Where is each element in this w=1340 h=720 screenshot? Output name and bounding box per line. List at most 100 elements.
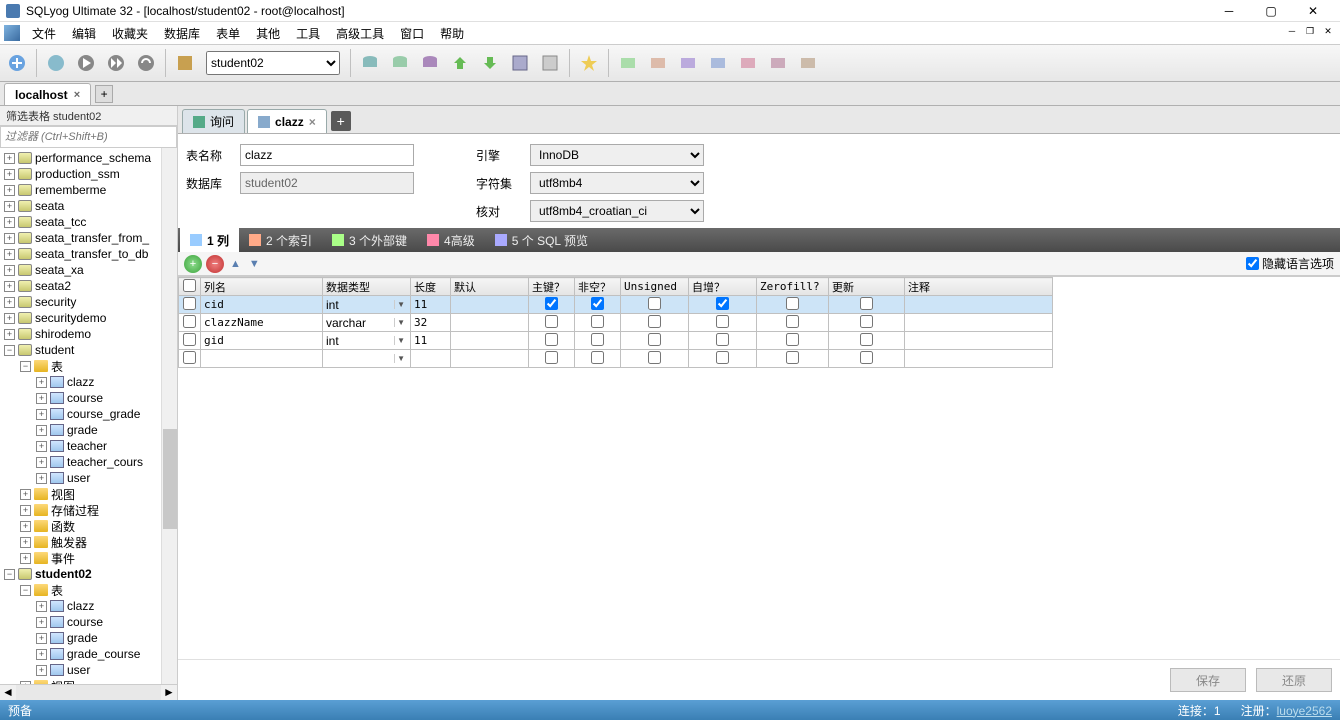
tree-item-performance_schema[interactable]: +performance_schema xyxy=(0,150,177,166)
tree-item-shirodemo[interactable]: +shirodemo xyxy=(0,326,177,342)
tool-btn-6[interactable] xyxy=(172,50,198,76)
tool-btn-16[interactable] xyxy=(645,50,671,76)
hide-language-checkbox[interactable]: 隐藏语言选项 xyxy=(1246,255,1334,272)
col-header[interactable]: 更新 xyxy=(829,278,905,296)
expand-icon[interactable]: + xyxy=(36,633,47,644)
execute-button[interactable] xyxy=(73,50,99,76)
expand-icon[interactable]: + xyxy=(36,377,47,388)
tree-item-seata_xa[interactable]: +seata_xa xyxy=(0,262,177,278)
designer-tab-3[interactable]: 4高级 xyxy=(417,228,485,252)
expand-icon[interactable]: + xyxy=(20,505,31,516)
new-connection-button[interactable] xyxy=(4,50,30,76)
col-header[interactable]: 默认 xyxy=(451,278,529,296)
col-header[interactable]: 自增？ xyxy=(689,278,757,296)
tree-item-securitydemo[interactable]: +securitydemo xyxy=(0,310,177,326)
expand-icon[interactable]: + xyxy=(36,601,47,612)
col-header[interactable]: 数据类型 xyxy=(323,278,411,296)
expand-icon[interactable]: + xyxy=(36,457,47,468)
save-button[interactable]: 保存 xyxy=(1170,668,1246,692)
connection-tab-localhost[interactable]: localhost × xyxy=(4,83,91,105)
tool-btn-17[interactable] xyxy=(675,50,701,76)
expand-icon[interactable]: + xyxy=(36,393,47,404)
tool-btn-21[interactable] xyxy=(795,50,821,76)
expand-icon[interactable]: + xyxy=(4,281,15,292)
tree-item-teacher[interactable]: +teacher xyxy=(0,438,177,454)
expand-icon[interactable]: + xyxy=(20,681,31,685)
tree-item-触发器[interactable]: +触发器 xyxy=(0,534,177,550)
tree-item-teacher_cours[interactable]: +teacher_cours xyxy=(0,454,177,470)
tree-item-user[interactable]: +user xyxy=(0,662,177,678)
tree-item-表[interactable]: −表 xyxy=(0,358,177,374)
filter-input[interactable] xyxy=(0,126,177,148)
expand-icon[interactable]: + xyxy=(36,649,47,660)
expand-icon[interactable]: + xyxy=(4,169,15,180)
expand-icon[interactable]: + xyxy=(4,249,15,260)
expand-icon[interactable]: + xyxy=(36,665,47,676)
execute-all-button[interactable] xyxy=(103,50,129,76)
expand-icon[interactable]: + xyxy=(4,313,15,324)
menu-窗口[interactable]: 窗口 xyxy=(392,23,432,44)
scroll-left-icon[interactable]: ◄ xyxy=(0,685,16,700)
table-row-empty[interactable]: ▼ xyxy=(179,350,1053,368)
tree-item-user[interactable]: +user xyxy=(0,470,177,486)
tool-btn-13[interactable] xyxy=(537,50,563,76)
tree-item-course[interactable]: +course xyxy=(0,390,177,406)
tree-item-security[interactable]: +security xyxy=(0,294,177,310)
close-icon[interactable]: × xyxy=(74,89,80,101)
tree-item-seata_transfer_from_[interactable]: +seata_transfer_from_ xyxy=(0,230,177,246)
expand-icon[interactable]: + xyxy=(4,297,15,308)
mdi-close[interactable]: ✕ xyxy=(1320,24,1336,38)
tree-hscroll[interactable]: ◄ ► xyxy=(0,684,177,700)
col-header[interactable]: 主键？ xyxy=(529,278,575,296)
tool-btn-9[interactable] xyxy=(417,50,443,76)
expand-icon[interactable]: + xyxy=(36,441,47,452)
expand-icon[interactable]: + xyxy=(20,553,31,564)
menu-编辑[interactable]: 编辑 xyxy=(64,23,104,44)
refresh-button[interactable] xyxy=(133,50,159,76)
tree-scrollbar[interactable] xyxy=(161,148,177,684)
tree-item-视图[interactable]: +视图 xyxy=(0,678,177,684)
table-row[interactable]: clazzNamevarchar▼32 xyxy=(179,314,1053,332)
tool-btn-14[interactable] xyxy=(576,50,602,76)
designer-tab-0[interactable]: 1 列 xyxy=(180,228,239,252)
engine-select[interactable]: InnoDB xyxy=(530,144,704,166)
expand-icon[interactable]: + xyxy=(36,425,47,436)
tool-btn-15[interactable] xyxy=(615,50,641,76)
tree-item-seata2[interactable]: +seata2 xyxy=(0,278,177,294)
col-header[interactable]: 长度 xyxy=(411,278,451,296)
expand-icon[interactable]: + xyxy=(20,537,31,548)
tool-btn-8[interactable] xyxy=(387,50,413,76)
collapse-icon[interactable]: − xyxy=(4,569,15,580)
tree-item-grade_course[interactable]: +grade_course xyxy=(0,646,177,662)
expand-icon[interactable]: + xyxy=(4,329,15,340)
tree-item-表[interactable]: −表 xyxy=(0,582,177,598)
close-icon[interactable]: × xyxy=(309,115,316,129)
collapse-icon[interactable]: − xyxy=(4,345,15,356)
expand-icon[interactable]: + xyxy=(36,409,47,420)
expand-icon[interactable]: + xyxy=(20,521,31,532)
registration-link[interactable]: luoye2562 xyxy=(1277,704,1332,718)
tree-item-clazz[interactable]: +clazz xyxy=(0,598,177,614)
select-all-checkbox[interactable] xyxy=(179,278,201,296)
move-down-button[interactable]: ▼ xyxy=(247,258,262,270)
menu-表单[interactable]: 表单 xyxy=(208,23,248,44)
collapse-icon[interactable]: − xyxy=(20,361,31,372)
add-connection-button[interactable]: + xyxy=(95,85,113,103)
tree-item-student02[interactable]: −student02 xyxy=(0,566,177,582)
new-query-button[interactable] xyxy=(43,50,69,76)
expand-icon[interactable]: + xyxy=(4,233,15,244)
tree-item-存储过程[interactable]: +存储过程 xyxy=(0,502,177,518)
expand-icon[interactable]: + xyxy=(4,185,15,196)
tree-item-course[interactable]: +course xyxy=(0,614,177,630)
tree-item-事件[interactable]: +事件 xyxy=(0,550,177,566)
revert-button[interactable]: 还原 xyxy=(1256,668,1332,692)
columns-grid[interactable]: 列名数据类型长度默认主键？非空？Unsigned自增？Zerofill?更新注释… xyxy=(178,277,1053,368)
table-name-input[interactable] xyxy=(240,144,414,166)
close-button[interactable]: ✕ xyxy=(1292,0,1334,22)
col-header[interactable]: 非空？ xyxy=(575,278,621,296)
tree-item-grade[interactable]: +grade xyxy=(0,422,177,438)
tree-item-course_grade[interactable]: +course_grade xyxy=(0,406,177,422)
tree-item-clazz[interactable]: +clazz xyxy=(0,374,177,390)
col-header[interactable]: Unsigned xyxy=(621,278,689,296)
database-select[interactable]: student02 xyxy=(206,51,340,75)
